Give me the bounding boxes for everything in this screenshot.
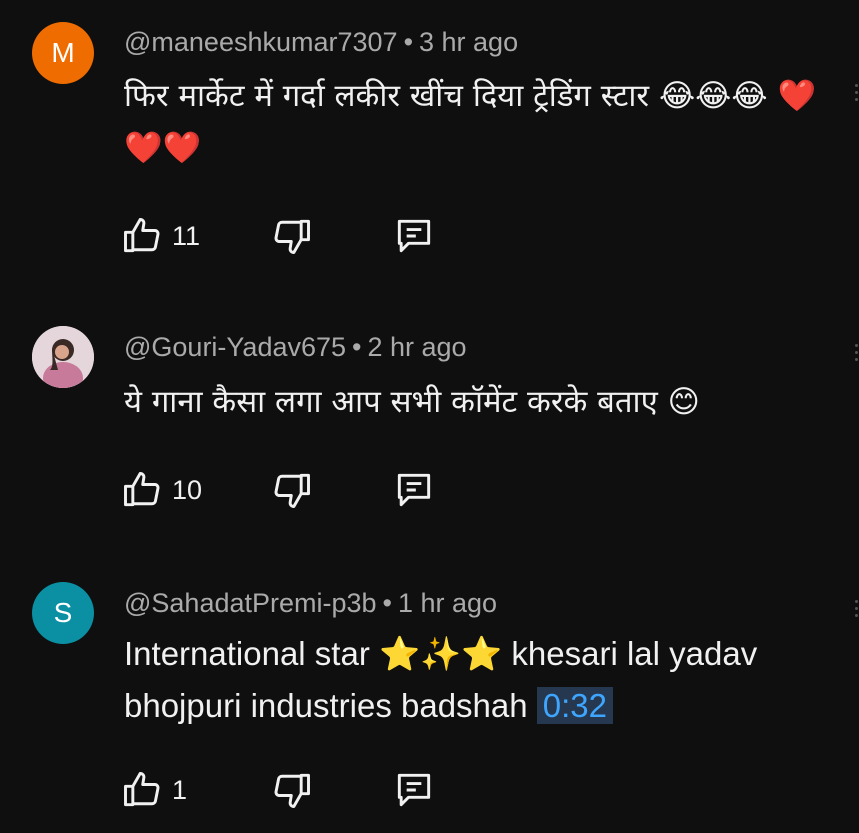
comment-text: फिर मार्केट में गर्दा लकीर खींच दिया ट्र… [124, 78, 817, 166]
thumbs-up-icon [120, 468, 164, 512]
comment-item: @Gouri-Yadav675 • 2 hr ago ये गाना कैसा लग… [0, 300, 859, 540]
comment-text: ये गाना कैसा लगा आप सभी कॉमेंट करके बताए… [124, 384, 700, 420]
like-button[interactable]: 10 [120, 466, 202, 514]
comment-actions: 1 [120, 766, 460, 814]
reply-button[interactable] [392, 212, 436, 260]
comment-author[interactable]: @Gouri-Yadav675 [124, 332, 346, 362]
comment-meta: @SahadatPremi-p3b • 1 hr ago [124, 588, 497, 619]
avatar[interactable] [32, 326, 94, 388]
meta-separator: • [403, 27, 414, 57]
comment-time[interactable]: 2 hr ago [367, 332, 466, 362]
avatar-letter: M [51, 37, 75, 68]
reply-button[interactable] [392, 466, 436, 514]
comment-author[interactable]: @SahadatPremi-p3b [124, 588, 377, 618]
meta-separator: • [382, 588, 392, 618]
more-options-icon[interactable] [855, 340, 859, 365]
more-options-icon[interactable] [855, 80, 859, 105]
comment-meta: @Gouri-Yadav675 • 2 hr ago [124, 332, 467, 363]
thumbs-down-icon [270, 468, 314, 512]
like-count: 11 [172, 220, 201, 251]
dislike-button[interactable] [270, 466, 314, 514]
thumbs-up-icon [120, 768, 164, 812]
comment-item: S @SahadatPremi-p3b • 1 hr ago Internation… [0, 560, 859, 833]
more-options-icon[interactable] [855, 596, 859, 621]
comment-meta: @maneeshkumar7307 • 3 hr ago [124, 27, 518, 58]
comment-text: International star ⭐✨⭐ khesari lal yadav… [124, 628, 844, 732]
reply-button[interactable] [392, 766, 436, 814]
like-count: 1 [172, 774, 188, 805]
like-button[interactable]: 1 [120, 766, 187, 814]
like-count: 10 [172, 474, 203, 505]
avatar[interactable]: S [32, 582, 94, 644]
reply-comment-icon [392, 768, 436, 812]
avatar-letter: S [53, 597, 73, 628]
comment-actions: 11 [120, 212, 460, 260]
comment-item: M @maneeshkumar7307 • 3 hr ago फिर मार्केट… [0, 0, 859, 280]
dislike-button[interactable] [270, 212, 314, 260]
meta-separator: • [352, 332, 362, 362]
comment-text-content: International star ⭐✨⭐ khesari lal yadav… [124, 635, 758, 724]
reply-comment-icon [392, 214, 436, 258]
thumbs-down-icon [270, 768, 314, 812]
avatar[interactable]: M [32, 22, 94, 84]
video-timestamp-link[interactable]: 0:32 [536, 687, 614, 724]
avatar-photo [32, 326, 94, 388]
reply-comment-icon [392, 468, 436, 512]
thumbs-down-icon [270, 214, 314, 258]
comment-actions: 10 [120, 466, 460, 514]
dislike-button[interactable] [270, 766, 314, 814]
comment-time[interactable]: 1 hr ago [398, 588, 497, 618]
thumbs-up-icon [120, 214, 164, 258]
like-button[interactable]: 11 [120, 212, 200, 260]
comment-author[interactable]: @maneeshkumar7307 [124, 27, 398, 57]
comment-time[interactable]: 3 hr ago [419, 27, 518, 57]
